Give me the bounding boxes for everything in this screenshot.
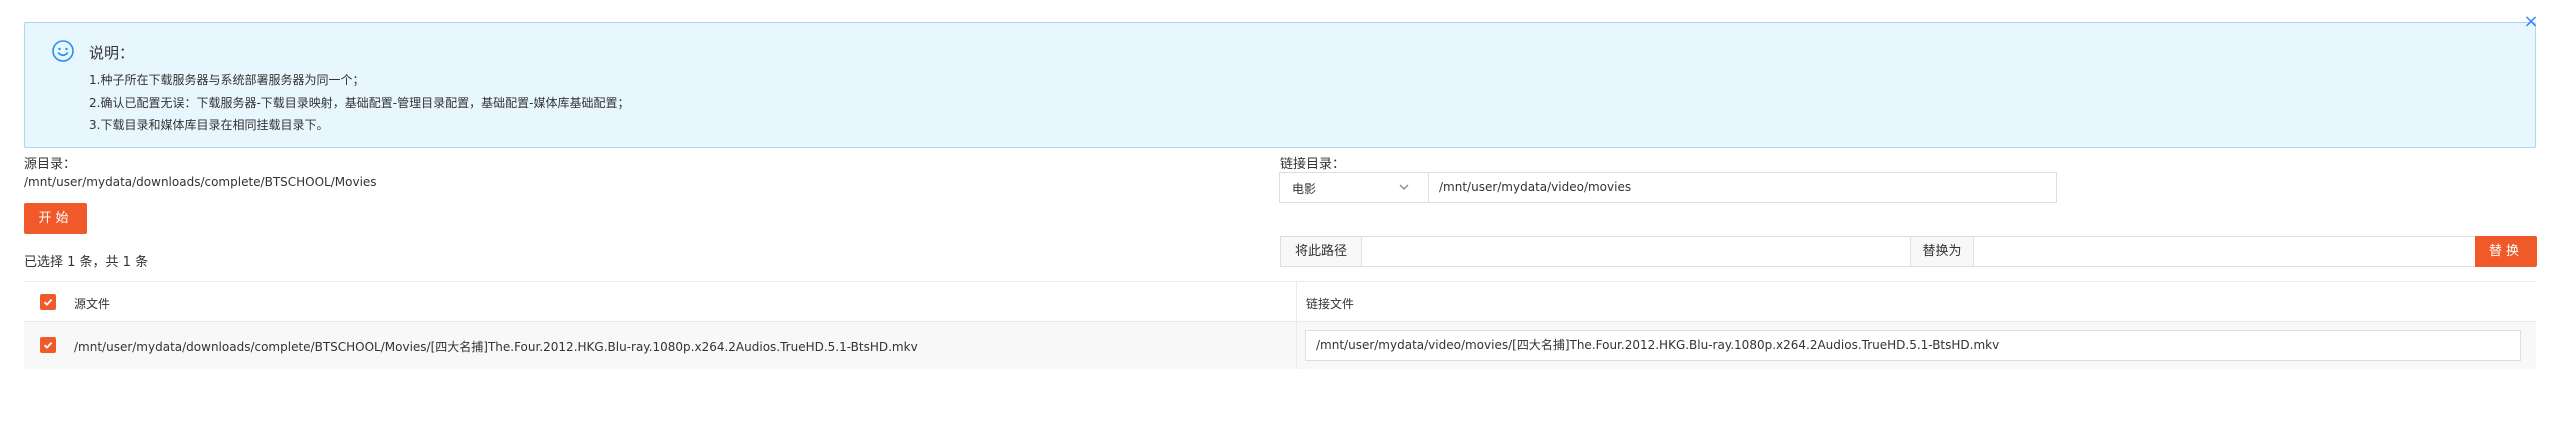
notice-line: 3.下载目录和媒体库目录在相同挂载目录下。 bbox=[89, 118, 329, 132]
check-icon bbox=[43, 298, 53, 306]
row-checkbox[interactable] bbox=[40, 337, 56, 353]
source-dir-label: 源目录： bbox=[24, 157, 77, 172]
chevron-down-icon bbox=[1398, 181, 1410, 193]
notice-line: 1.种子所在下载服务器与系统部署服务器为同一个； bbox=[89, 73, 365, 87]
row-link-file-input[interactable]: /mnt/user/mydata/video/movies/[四大名捕]The.… bbox=[1305, 330, 2521, 361]
start-button[interactable]: 开始 bbox=[24, 203, 87, 234]
file-table: 源文件 链接文件 /mnt/user/mydata/downloads/comp… bbox=[24, 281, 2536, 369]
replace-with-label: 替换为 bbox=[1910, 236, 1974, 267]
media-type-select[interactable]: 电影 bbox=[1279, 172, 1429, 203]
replace-with-input[interactable] bbox=[1973, 236, 2476, 267]
select-all-checkbox[interactable] bbox=[40, 294, 56, 310]
replace-path-label: 将此路径 bbox=[1280, 236, 1362, 267]
column-divider bbox=[1296, 282, 1297, 369]
replace-button[interactable]: 替换 bbox=[2475, 236, 2537, 267]
notice-line: 2.确认已配置无误：下载服务器-下载目录映射，基础配置-管理目录配置，基础配置-… bbox=[89, 95, 630, 110]
table-header: 源文件 链接文件 bbox=[24, 282, 2536, 322]
close-icon[interactable]: × bbox=[2523, 13, 2539, 31]
link-dir-input[interactable]: /mnt/user/mydata/video/movies bbox=[1428, 172, 2057, 203]
selection-summary: 已选择 1 条，共 1 条 bbox=[24, 255, 149, 270]
header-link-file: 链接文件 bbox=[1306, 297, 1355, 311]
check-icon bbox=[43, 341, 53, 349]
link-dir-label: 链接目录： bbox=[1280, 157, 1346, 172]
smile-icon bbox=[51, 39, 75, 63]
header-source-file: 源文件 bbox=[74, 297, 111, 311]
notice-alert: 说明： 1.种子所在下载服务器与系统部署服务器为同一个； 2.确认已配置无误：下… bbox=[24, 22, 2536, 148]
source-dir-path: /mnt/user/mydata/downloads/complete/BTSC… bbox=[24, 175, 377, 189]
media-type-selected: 电影 bbox=[1292, 182, 1317, 196]
table-row[interactable]: /mnt/user/mydata/downloads/complete/BTSC… bbox=[24, 322, 2536, 369]
replace-path-input[interactable] bbox=[1361, 236, 1911, 267]
row-source-file: /mnt/user/mydata/downloads/complete/BTSC… bbox=[74, 340, 918, 354]
notice-title: 说明： bbox=[89, 44, 135, 62]
notice-lines: 1.种子所在下载服务器与系统部署服务器为同一个； 2.确认已配置无误：下载服务器… bbox=[89, 69, 629, 137]
